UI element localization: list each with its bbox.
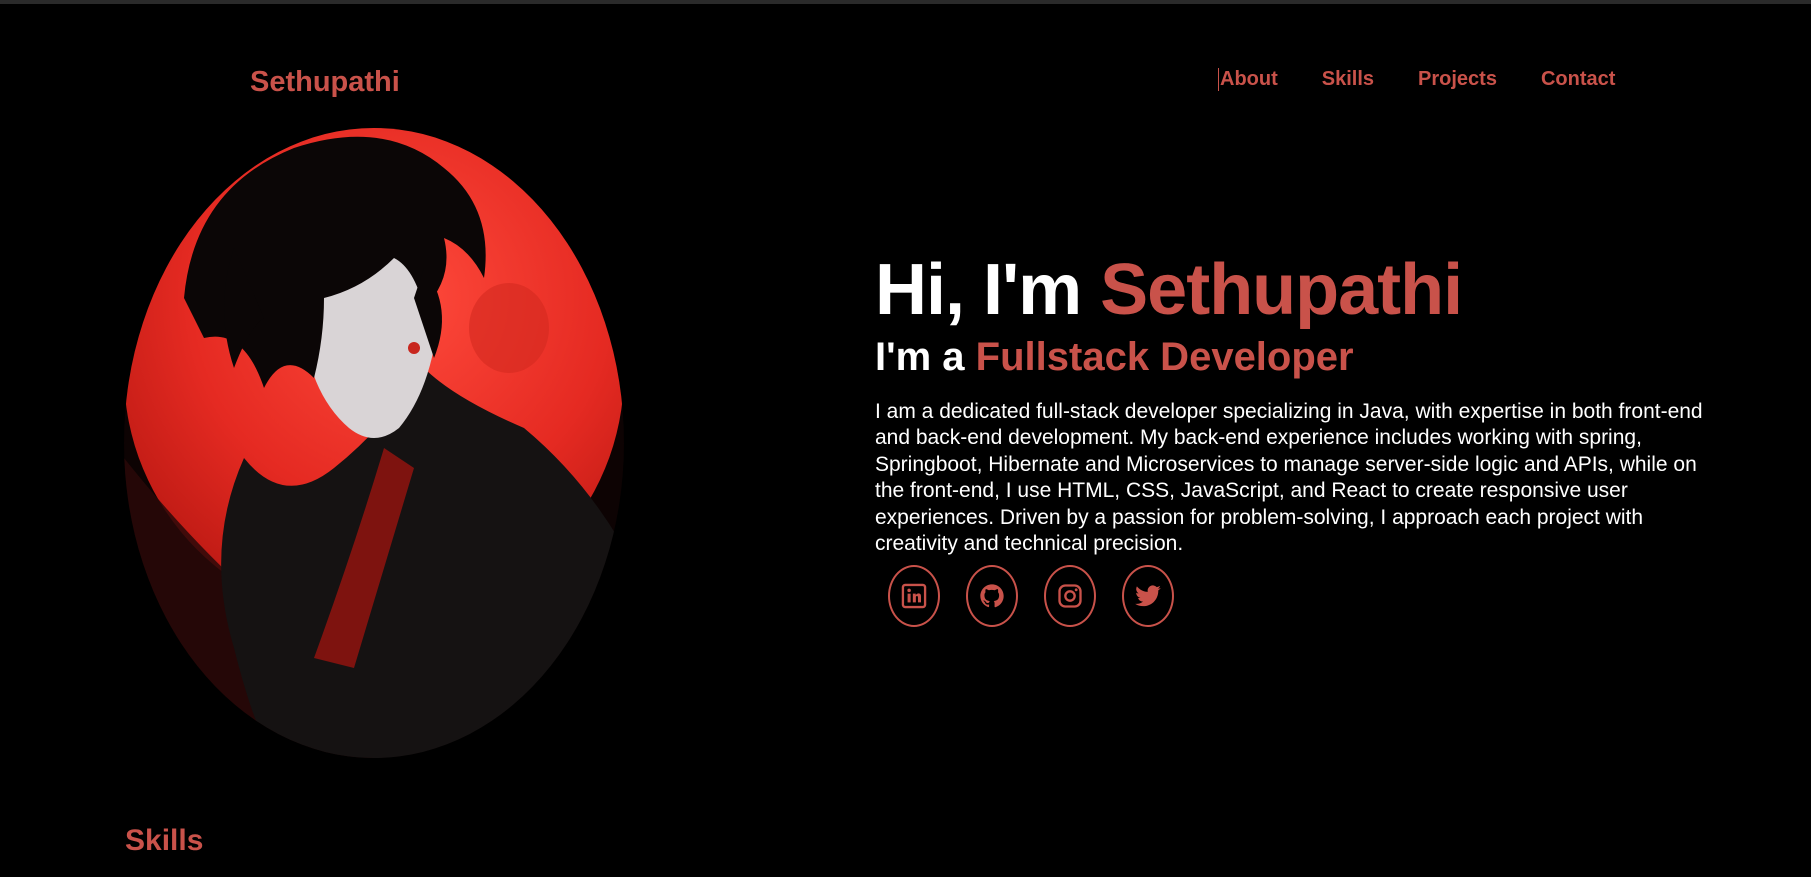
nav-link-skills[interactable]: Skills [1322,68,1374,91]
hero-name: Sethupathi [1100,250,1463,330]
twitter-icon [1135,585,1161,607]
window-top-border [0,0,1811,4]
hero-role: Fullstack Developer [975,334,1354,379]
nav-link-about[interactable]: About [1218,68,1278,91]
profile-portrait [124,128,624,758]
hero-subheading: I'm a Fullstack Developer [875,333,1735,381]
linkedin-icon [901,583,927,609]
site-logo[interactable]: Sethupathi [250,66,400,99]
hero-bio: I am a dedicated full-stack developer sp… [875,399,1703,556]
nav-link-projects[interactable]: Projects [1418,68,1497,91]
main-nav: About Skills Projects Contact [1218,68,1615,91]
hero-heading: Hi, I'm Sethupathi [875,248,1735,333]
hero-section: Hi, I'm Sethupathi I'm a Fullstack Devel… [875,248,1735,558]
nav-link-contact[interactable]: Contact [1541,68,1615,91]
skills-section-title: Skills [125,824,204,857]
github-icon [980,584,1004,608]
github-link[interactable] [966,565,1018,627]
hero-greeting: Hi, I'm [875,250,1101,330]
instagram-icon [1058,584,1082,608]
twitter-link[interactable] [1122,565,1174,627]
instagram-link[interactable] [1044,565,1096,627]
linkedin-link[interactable] [888,565,940,627]
social-links [888,565,1174,627]
hero-role-prefix: I'm a [875,334,976,379]
